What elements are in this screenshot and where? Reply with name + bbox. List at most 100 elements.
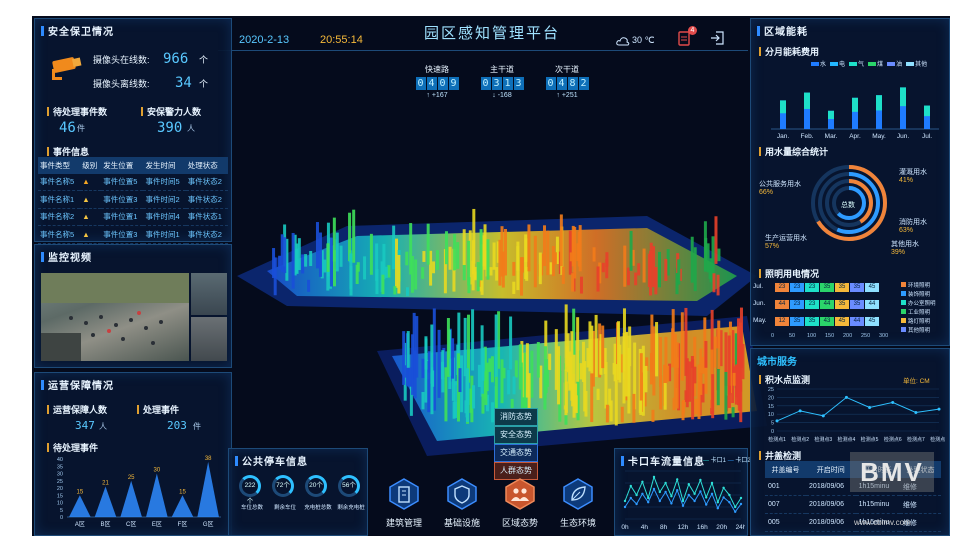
water-ring-center: 总数 xyxy=(841,202,855,209)
x-tick-label: 检测点5 xyxy=(861,436,879,443)
city-spike xyxy=(456,242,460,269)
nav-building-management[interactable]: 建筑管理 xyxy=(374,478,434,529)
city-spike xyxy=(304,254,308,267)
road-delta: ↓ -168 xyxy=(492,92,512,99)
lighting-bar-segment: 23 xyxy=(805,283,819,292)
y-tick-label: 15 xyxy=(768,404,774,410)
lighting-bar-segment: 44 xyxy=(775,300,789,309)
logout-button[interactable] xyxy=(710,31,724,45)
city-spike xyxy=(634,272,638,286)
nav-infrastructure[interactable]: 基础设施 xyxy=(432,478,492,529)
x-tick-label: Apr. xyxy=(849,133,861,140)
city-spike xyxy=(561,266,565,284)
lighting-bar-segment: 12 xyxy=(775,317,789,326)
city-spike xyxy=(369,233,373,275)
lighting-bar-segment: 35 xyxy=(805,317,819,326)
notification-badge: 4 xyxy=(688,26,697,35)
traffic-point xyxy=(693,499,696,503)
table-row[interactable]: 事件名称2 ▲ 事件位置1 事件时间4 事件状态1 xyxy=(38,208,228,226)
dashboard-stage: 园区感知管理平台 2020-2-13 20:55:14 30 ℃ 4 快速路 0… xyxy=(32,16,950,536)
city-spike xyxy=(488,358,492,372)
traffic-point xyxy=(693,492,696,495)
lighting-bar-segment: 45 xyxy=(835,317,849,326)
y-tick-label: 15 xyxy=(57,493,63,499)
x-tick-label: E区 xyxy=(152,521,162,528)
water-monitor-line-chart: 0 5 10 15 20 25 检测点1 检测点2 检测点3 检测点4 检测点5 检测点6 检测点7 检测… xyxy=(768,387,945,443)
video-panel-title: 监控视频 xyxy=(41,249,92,264)
city-spike xyxy=(704,340,708,368)
city-spike xyxy=(426,223,430,265)
city-spike xyxy=(381,274,385,295)
table-row[interactable]: 事件名称5 ▲ 事件位置3 事件时间1 事件状态2 xyxy=(38,225,228,244)
lighting-bar-segment: 35 xyxy=(790,317,804,326)
city-spike xyxy=(437,329,441,398)
weather-icon xyxy=(616,33,630,46)
security-situation-button[interactable]: 安全态势 xyxy=(494,426,538,444)
water-item-production: 生产运营用水 57% xyxy=(765,235,807,250)
city-spike xyxy=(579,276,583,294)
fire-situation-button[interactable]: 消防态势 xyxy=(494,408,538,426)
y-tick-label: 5 xyxy=(60,508,63,514)
city-spike xyxy=(462,229,466,266)
traffic-situation-button[interactable]: 交通态势 xyxy=(494,444,538,462)
city-spike xyxy=(490,356,494,383)
traffic-point xyxy=(710,481,714,485)
parking-panel: 公共停车信息 222个 车位总数 72个 剩余车位 20个 充电桩总数 56个 剩余充电桩 xyxy=(228,448,368,536)
water-point xyxy=(821,414,825,418)
parking-ring: 20个 xyxy=(305,475,327,497)
road-delta: ↑ +251 xyxy=(556,92,578,99)
legend-item: 煤 xyxy=(868,59,883,68)
energy-bar-segment xyxy=(900,87,906,107)
traffic-legend: — 卡口1 — 卡口2 xyxy=(703,458,751,464)
pending-events-unit: 件 xyxy=(77,124,85,133)
bar-value-label: 15 xyxy=(76,489,83,495)
video-feed-main[interactable] xyxy=(41,273,189,361)
watermark-url: www.cbimv.com xyxy=(854,518,911,527)
monthly-energy-title: 分月能耗费用 xyxy=(759,45,819,58)
city-spike xyxy=(572,354,576,418)
x-tick-label: 12h xyxy=(678,524,689,531)
nav-label: 区域态势 xyxy=(501,518,538,528)
table-row[interactable]: 事件名称5 ▲ 事件位置5 事件时间5 事件状态2 xyxy=(38,173,228,191)
traffic-point xyxy=(652,475,656,479)
city-spike xyxy=(727,385,731,408)
city-spike xyxy=(405,251,409,266)
camera-online-value: 966 xyxy=(163,51,189,67)
x-tick-label: B区 xyxy=(100,521,110,528)
city-spike xyxy=(658,251,662,288)
video-feed-side-1[interactable] xyxy=(191,273,227,315)
notification-button[interactable]: 4 xyxy=(677,26,697,46)
x-tick-label: 16h xyxy=(697,524,708,531)
city-spike xyxy=(512,376,516,395)
x-tick-label: 4h xyxy=(641,524,649,531)
energy-bar-segment xyxy=(804,92,810,109)
water-monitor-unit: 单位: CM xyxy=(903,378,930,385)
city-spike xyxy=(697,364,701,420)
ops-panel: 运营保障情况 运营保障人数 347 人 处理事件 203 件 待处理事件 051… xyxy=(34,372,232,536)
city-spike xyxy=(579,363,583,380)
table-row[interactable]: 事件名称1 ▲ 事件位置3 事件时间2 事件状态2 xyxy=(38,190,228,209)
city-spike xyxy=(639,353,643,401)
legend-item: 油 xyxy=(887,59,902,68)
nav-area-situation[interactable]: 区域态势 xyxy=(490,478,550,529)
lighting-legend-item: 路灯照明 xyxy=(901,317,930,325)
lighting-bar-segment: 43 xyxy=(820,317,834,326)
city-spike xyxy=(415,316,419,378)
camera-online-label: 摄像头在线数: xyxy=(93,55,150,65)
nav-eco-environment[interactable]: 生态环境 xyxy=(548,478,608,529)
video-feed-side-2[interactable] xyxy=(191,317,227,361)
y-tick-label: Jun. xyxy=(753,300,766,307)
water-point xyxy=(868,405,872,409)
traffic-panel-title: 卡口车流量信息 xyxy=(621,453,705,468)
energy-panel: 区域能耗 分月能耗费用 水电气煤油其他 Jan. Feb. Mar. Apr. May.… xyxy=(750,18,950,346)
traffic-point xyxy=(664,490,667,494)
pending-events-label: 待处理事件数 xyxy=(47,105,107,118)
lighting-title: 照明用电情况 xyxy=(759,267,819,280)
ops-bar xyxy=(94,486,117,517)
events-table-header: 事件类型 级别 发生位置 发生时间 处理状态 xyxy=(38,157,228,174)
city-spike xyxy=(500,359,504,404)
city-spike xyxy=(596,266,600,292)
table-row[interactable]: 007 2018/09/06 1h15minu 维修 xyxy=(765,495,941,514)
table-row[interactable]: 005 2018/09/06 1h15minu 维修 xyxy=(765,513,941,532)
city-spike xyxy=(655,322,659,377)
